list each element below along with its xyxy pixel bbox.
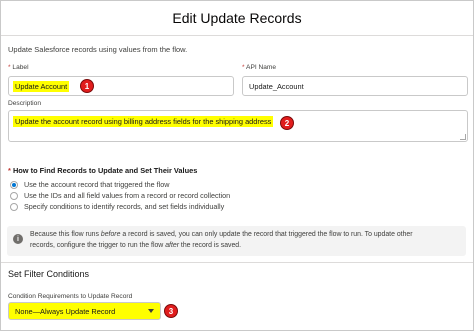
radio-button[interactable] [10,202,18,211]
find-records-radio-group: Use the account record that triggered th… [10,179,230,212]
condition-requirements-label: Condition Requirements to Update Record [8,293,133,300]
radio-selected-dot [12,182,16,187]
required-mark: * [8,64,11,71]
description-field-label: Description [8,100,41,107]
label-input[interactable]: Update Account [8,76,234,96]
modal-title: Edit Update Records [172,10,302,26]
required-mark: * [242,64,245,71]
radio-button[interactable] [10,191,18,200]
radio-option-record-collection[interactable]: Use the IDs and all field values from a … [10,190,230,201]
radio-option-triggering-record[interactable]: Use the account record that triggered th… [10,179,230,190]
callout-badge-1: 1 [80,79,94,93]
info-icon: i [13,234,23,244]
modal-header: Edit Update Records [1,1,473,36]
description-textarea-value: Update the account record using billing … [13,116,274,127]
radio-label: Use the account record that triggered th… [24,180,170,189]
callout-badge-2: 2 [280,116,294,130]
chevron-down-icon [148,309,154,313]
filter-conditions-title: Set Filter Conditions [8,269,90,279]
label-input-value: Update Account [13,80,70,92]
info-text: Because this flow runs before a record i… [30,231,413,249]
modal-description: Update Salesforce records using values f… [8,45,188,54]
api-name-input[interactable]: Update_Account [242,76,468,96]
required-mark: * [8,166,11,175]
radio-label: Use the IDs and all field values from a … [24,191,231,200]
condition-requirements-dropdown[interactable]: None—Always Update Record [8,302,161,320]
radio-option-specify-conditions[interactable]: Specify conditions to identify records, … [10,201,230,212]
dropdown-selected-value: None—Always Update Record [15,306,116,316]
callout-badge-3: 3 [164,304,178,318]
find-records-title: * How to Find Records to Update and Set … [8,166,198,175]
api-name-field-label: * API Name [242,64,277,71]
section-divider [1,262,473,263]
edit-update-records-modal: Edit Update Records Update Salesforce re… [0,0,474,331]
radio-label: Specify conditions to identify records, … [24,202,225,211]
textarea-resize-handle[interactable] [460,134,466,140]
api-name-input-value: Update_Account [249,81,304,91]
description-textarea[interactable]: Update the account record using billing … [8,110,468,142]
radio-button[interactable] [10,180,18,189]
modal-body: Update Salesforce records using values f… [1,36,473,330]
label-field-label: * Label [8,64,29,71]
info-box: i Because this flow runs before a record… [7,226,466,256]
